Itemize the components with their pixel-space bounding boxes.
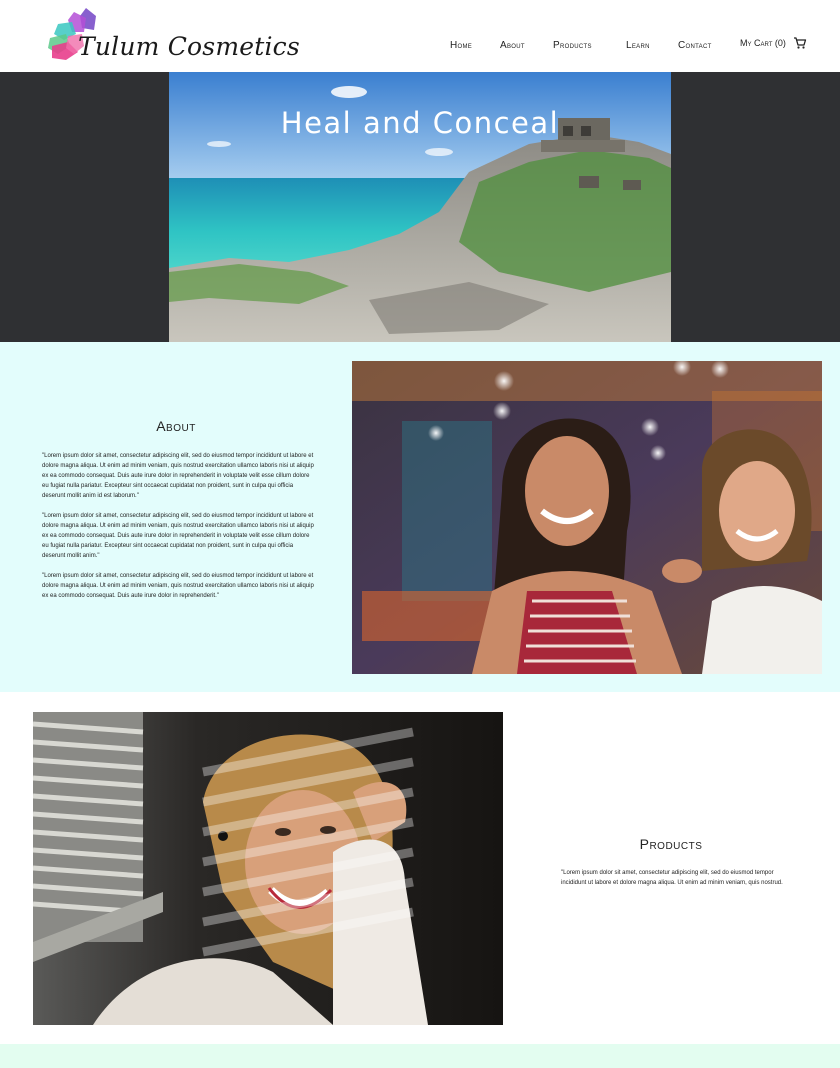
nav-about[interactable]: About xyxy=(500,40,525,51)
products-paragraph: "Lorem ipsum dolor sit amet, consectetur… xyxy=(561,870,783,886)
cart-label: My Cart (0) xyxy=(740,38,786,48)
about-text: "Lorem ipsum dolor sit amet, consectetur… xyxy=(42,451,314,611)
cart-link[interactable]: My Cart (0) xyxy=(740,37,807,49)
about-photo-friends xyxy=(352,361,822,674)
nav-products[interactable]: Products xyxy=(553,40,592,51)
nav-learn[interactable]: Learn xyxy=(626,40,650,51)
nav-home[interactable]: Home xyxy=(450,40,472,51)
about-paragraph: "Lorem ipsum dolor sit amet, consectetur… xyxy=(42,513,314,559)
about-paragraph: "Lorem ipsum dolor sit amet, consectetur… xyxy=(42,573,314,599)
products-text: "Lorem ipsum dolor sit amet, consectetur… xyxy=(561,868,783,898)
about-paragraph: "Lorem ipsum dolor sit amet, consectetur… xyxy=(42,453,314,499)
shopping-cart-icon xyxy=(793,36,807,50)
about-heading: About xyxy=(156,418,196,434)
site-header: Tulum Cosmetics Home About Products Lear… xyxy=(0,0,840,72)
footer-band xyxy=(0,1044,840,1068)
hero-title: Heal and Conceal xyxy=(280,106,560,140)
hero-banner: Heal and Conceal xyxy=(0,72,840,342)
brand-logo[interactable]: Tulum Cosmetics xyxy=(44,6,300,66)
about-section: About "Lorem ipsum dolor sit amet, conse… xyxy=(0,342,840,692)
products-section: Products "Lorem ipsum dolor sit amet, co… xyxy=(0,692,840,1044)
nav-contact[interactable]: Contact xyxy=(678,40,712,51)
products-photo-woman xyxy=(33,712,503,1025)
main-nav: Home About Products Learn Contact xyxy=(0,40,840,54)
products-heading: Products xyxy=(639,836,703,852)
